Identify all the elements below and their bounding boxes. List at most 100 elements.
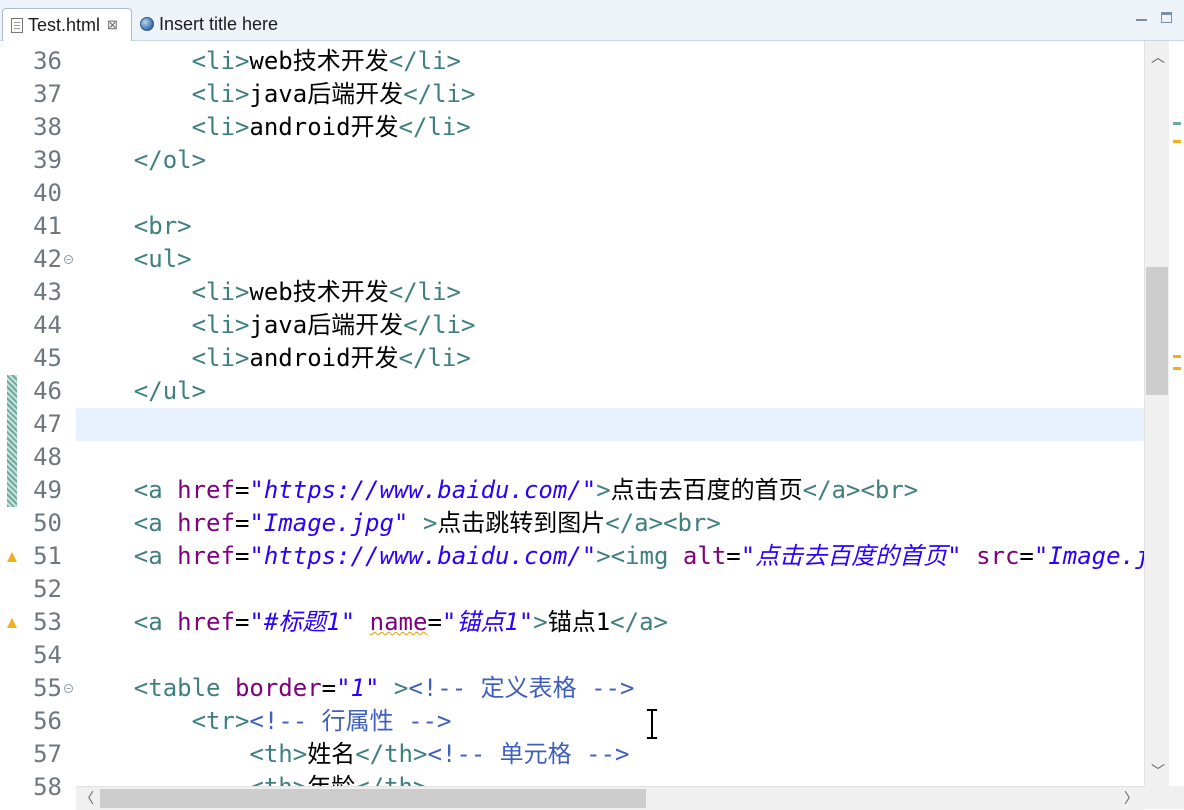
code-token: href	[177, 542, 235, 570]
warning-icon[interactable]	[7, 618, 17, 628]
code-line[interactable]: <a href="Image.jpg" >点击跳转到图片</a><br>	[76, 507, 1144, 540]
code-token: =	[234, 542, 250, 570]
code-token: href	[177, 608, 235, 636]
code-token: >	[596, 542, 611, 570]
code-token: <img	[610, 542, 683, 570]
code-editor[interactable]: <li>web技术开发</li> <li>java后端开发</li> <li>a…	[76, 41, 1144, 786]
code-token: border	[234, 674, 322, 702]
line-number: 48	[33, 443, 62, 471]
code-line[interactable]: <li>android开发</li>	[76, 111, 1144, 144]
overview-ruler[interactable]	[1169, 41, 1184, 786]
line-number: 38	[33, 113, 62, 141]
globe-icon	[140, 17, 154, 31]
text-cursor-icon	[646, 708, 658, 740]
warning-overview-mark[interactable]	[1173, 140, 1181, 143]
code-token: =	[234, 476, 250, 504]
horizontal-scroll-thumb[interactable]	[100, 789, 646, 808]
warning-icon[interactable]	[7, 552, 17, 562]
code-token: </th>	[355, 740, 428, 768]
code-line[interactable]: </ol>	[76, 144, 1144, 177]
code-line[interactable]	[76, 408, 1144, 441]
scroll-down-icon[interactable]: ﹀	[1151, 761, 1165, 781]
scroll-up-icon[interactable]: ︿	[1151, 47, 1165, 67]
tab-label: Test.html	[28, 14, 101, 35]
code-line[interactable]: <a href="https://www.baidu.com/"><img al…	[76, 540, 1144, 573]
line-number: 51	[33, 542, 62, 570]
code-token: <li>	[191, 80, 250, 108]
code-token: "Image.jpg"	[1033, 542, 1144, 570]
code-token: web技术开发	[249, 278, 389, 306]
code-line[interactable]: </ul>	[76, 375, 1144, 408]
code-token: <a	[133, 509, 178, 537]
code-line[interactable]: <br>	[76, 210, 1144, 243]
scroll-left-icon[interactable]: 〈	[80, 788, 94, 808]
code-line[interactable]: <ul>	[76, 243, 1144, 276]
maximize-icon[interactable]	[1161, 12, 1172, 23]
code-line[interactable]: <th>姓名</th><!-- 单元格 -->	[76, 738, 1144, 771]
line-number: 39	[33, 146, 62, 174]
view-controls	[1136, 12, 1172, 23]
code-token: <li>	[191, 311, 250, 339]
code-token: </li>	[398, 344, 471, 372]
code-token: >	[533, 608, 548, 636]
code-line[interactable]	[76, 639, 1144, 672]
line-number: 47	[33, 410, 62, 438]
line-number: 37	[33, 80, 62, 108]
line-number: 41	[33, 212, 62, 240]
horizontal-scrollbar[interactable]: 〈 〉	[76, 786, 1144, 810]
code-token: <th>	[249, 773, 307, 786]
line-number: 44	[33, 311, 62, 339]
code-line[interactable]: <li>web技术开发</li>	[76, 276, 1144, 309]
line-number: 55	[33, 674, 62, 702]
code-line[interactable]: <li>web技术开发</li>	[76, 45, 1144, 78]
code-token: <!-- 行属性 -->	[249, 707, 452, 735]
code-token: 锚点1	[547, 608, 611, 636]
fold-toggle-icon[interactable]: −	[64, 684, 73, 693]
code-token: "Image.jpg"	[249, 509, 409, 537]
code-token: >	[596, 476, 611, 504]
code-line[interactable]: <a href="https://www.baidu.com/">点击去百度的首…	[76, 474, 1144, 507]
tab-insert-title[interactable]: Insert title here	[132, 8, 302, 40]
vertical-scroll-thumb[interactable]	[1146, 267, 1168, 395]
code-line[interactable]	[76, 177, 1144, 210]
code-token: </li>	[388, 278, 461, 306]
code-line[interactable]: <li>android开发</li>	[76, 342, 1144, 375]
code-token: "#标题1"	[249, 608, 356, 636]
code-token: <table	[133, 674, 235, 702]
code-line[interactable]	[76, 573, 1144, 606]
vertical-scrollbar[interactable]: ︿ ﹀	[1144, 41, 1169, 786]
change-marker	[7, 375, 17, 507]
code-token: href	[177, 509, 235, 537]
code-line[interactable]	[76, 441, 1144, 474]
code-line[interactable]: <th>年龄</th>	[76, 771, 1144, 786]
scroll-right-icon[interactable]: 〉	[1124, 788, 1138, 808]
code-token: =	[321, 674, 337, 702]
code-token: </a><br>	[802, 476, 919, 504]
warning-overview-mark[interactable]	[1173, 367, 1181, 370]
code-token: <a	[133, 476, 178, 504]
close-tab-icon[interactable]: ⊠	[107, 17, 118, 33]
tab-test-html[interactable]: Test.html ⊠	[2, 8, 132, 41]
change-overview-mark[interactable]	[1173, 122, 1181, 125]
code-token: 点击跳转到图片	[437, 509, 606, 537]
tab-label: Insert title here	[159, 13, 279, 34]
code-line[interactable]: <tr><!-- 行属性 -->	[76, 705, 1144, 738]
warning-overview-mark[interactable]	[1173, 355, 1181, 358]
code-line[interactable]: <li>java后端开发</li>	[76, 309, 1144, 342]
code-token: 姓名	[307, 740, 356, 768]
minimize-icon[interactable]	[1136, 14, 1147, 21]
code-line[interactable]: <li>java后端开发</li>	[76, 78, 1144, 111]
code-line[interactable]: <a href="#标题1" name="锚点1">锚点1</a>	[76, 606, 1144, 639]
fold-toggle-icon[interactable]: −	[64, 255, 73, 264]
code-token: </li>	[388, 47, 461, 75]
code-line[interactable]: <table border="1" ><!-- 定义表格 -->	[76, 672, 1144, 705]
code-token: "https://www.baidu.com/"	[249, 476, 597, 504]
